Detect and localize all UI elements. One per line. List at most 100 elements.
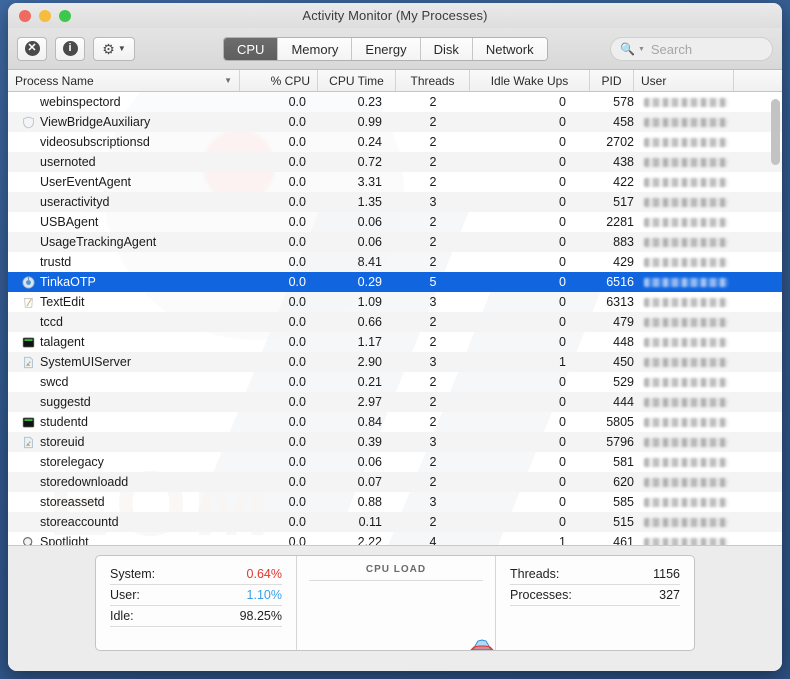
column-headers: Process Name ▼ % CPU CPU Time Threads Id… <box>8 70 782 92</box>
user-cell <box>634 95 782 109</box>
cpu-load-graph <box>297 594 497 650</box>
cpu-load-graph-pane: CPU LOAD <box>296 556 496 650</box>
cpu-time-cell: 0.39 <box>318 435 396 449</box>
column-header-threads[interactable]: Threads <box>396 70 470 91</box>
process-row[interactable]: studentd0.00.84205805 <box>8 412 782 432</box>
scrollbar-thumb[interactable] <box>771 99 780 165</box>
stat-value-user: 1.10% <box>247 588 282 602</box>
column-header-cpu[interactable]: % CPU <box>240 70 318 91</box>
user-cell <box>634 255 782 269</box>
process-row[interactable]: SystemUIServer0.02.9031450 <box>8 352 782 372</box>
cpu-percent-cell: 0.0 <box>240 355 318 369</box>
process-row[interactable]: Spotlight0.02.2241461 <box>8 532 782 545</box>
tab-memory[interactable]: Memory <box>278 38 352 60</box>
cpu-percent-cell: 0.0 <box>240 495 318 509</box>
user-cell <box>634 235 782 249</box>
idle-wake-ups-cell: 0 <box>470 195 590 209</box>
cpu-time-cell: 0.06 <box>318 235 396 249</box>
tab-disk[interactable]: Disk <box>421 38 473 60</box>
process-row[interactable]: talagent0.01.1720448 <box>8 332 782 352</box>
user-redacted <box>644 398 728 407</box>
window-titlebar: Activity Monitor (My Processes) <box>8 3 782 28</box>
tab-energy[interactable]: Energy <box>352 38 420 60</box>
threads-cell: 3 <box>396 295 470 309</box>
process-name-cell: USBAgent <box>40 215 240 229</box>
idle-wake-ups-cell: 0 <box>470 515 590 529</box>
threads-cell: 2 <box>396 415 470 429</box>
process-row[interactable]: videosubscriptionsd0.00.24202702 <box>8 132 782 152</box>
process-row[interactable]: storeuid0.00.39305796 <box>8 432 782 452</box>
spotlight-icon <box>22 536 35 546</box>
cpu-percent-cell: 0.0 <box>240 155 318 169</box>
textedit-app-icon <box>22 296 35 309</box>
tab-cpu[interactable]: CPU <box>224 38 278 60</box>
user-cell <box>634 335 782 349</box>
cpu-time-cell: 0.06 <box>318 455 396 469</box>
stop-process-button[interactable]: ✕ <box>17 37 47 61</box>
process-list[interactable]: EOM webinspectord0.00.2320578 ViewBridge… <box>8 92 782 545</box>
threads-cell: 2 <box>396 335 470 349</box>
column-header-idle-wake-ups[interactable]: Idle Wake Ups <box>470 70 590 91</box>
process-name-cell: storeuid <box>40 435 240 449</box>
activity-monitor-window: Activity Monitor (My Processes) ✕ i ⚙ ▼ … <box>8 3 782 671</box>
process-row[interactable]: storedownloadd0.00.0720620 <box>8 472 782 492</box>
process-icon <box>8 536 40 546</box>
user-redacted <box>644 538 728 545</box>
column-header-pid[interactable]: PID <box>590 70 634 91</box>
pid-cell: 461 <box>590 535 634 545</box>
cpu-time-cell: 1.17 <box>318 335 396 349</box>
pid-cell: 6313 <box>590 295 634 309</box>
process-row[interactable]: suggestd0.02.9720444 <box>8 392 782 412</box>
column-header-spacer <box>734 70 782 91</box>
cpu-percent-cell: 0.0 <box>240 515 318 529</box>
column-header-process-name[interactable]: Process Name ▼ <box>8 70 240 91</box>
view-options-button[interactable]: ⚙ ▼ <box>93 37 135 61</box>
stat-label-system: System: <box>110 567 155 581</box>
cpu-percent-cell: 0.0 <box>240 135 318 149</box>
process-row[interactable]: useractivityd0.01.3530517 <box>8 192 782 212</box>
process-name-cell: SystemUIServer <box>40 355 240 369</box>
user-redacted <box>644 198 728 207</box>
stop-process-icon: ✕ <box>25 41 40 56</box>
process-row[interactable]: swcd0.00.2120529 <box>8 372 782 392</box>
process-row[interactable]: webinspectord0.00.2320578 <box>8 92 782 112</box>
idle-wake-ups-cell: 1 <box>470 355 590 369</box>
search-field[interactable]: 🔍 ▼ <box>610 37 773 61</box>
process-row[interactable]: USBAgent0.00.06202281 <box>8 212 782 232</box>
process-row[interactable]: storeaccountd0.00.1120515 <box>8 512 782 532</box>
process-icon <box>8 356 40 369</box>
stat-row-threads: Threads: 1156 <box>510 564 680 585</box>
cpu-time-cell: 0.72 <box>318 155 396 169</box>
process-row[interactable]: usernoted0.00.7220438 <box>8 152 782 172</box>
pid-cell: 883 <box>590 235 634 249</box>
cpu-time-cell: 8.41 <box>318 255 396 269</box>
user-cell <box>634 135 782 149</box>
user-cell <box>634 455 782 469</box>
process-row[interactable]: tccd0.00.6620479 <box>8 312 782 332</box>
threads-cell: 2 <box>396 255 470 269</box>
process-name-cell: storelegacy <box>40 455 240 469</box>
process-row[interactable]: storelegacy0.00.0620581 <box>8 452 782 472</box>
stat-label-idle: Idle: <box>110 609 134 623</box>
user-cell <box>634 275 782 289</box>
process-row[interactable]: UsageTrackingAgent0.00.0620883 <box>8 232 782 252</box>
process-row[interactable]: trustd0.08.4120429 <box>8 252 782 272</box>
process-row[interactable]: TinkaOTP0.00.29506516 <box>8 272 782 292</box>
threads-cell: 2 <box>396 155 470 169</box>
process-row[interactable]: ViewBridgeAuxiliary0.00.9920458 <box>8 112 782 132</box>
process-row[interactable]: UserEventAgent0.03.3120422 <box>8 172 782 192</box>
column-header-cpu-time[interactable]: CPU Time <box>318 70 396 91</box>
tab-network[interactable]: Network <box>473 38 547 60</box>
search-input[interactable] <box>651 42 771 57</box>
process-row[interactable]: TextEdit0.01.09306313 <box>8 292 782 312</box>
cpu-time-cell: 0.29 <box>318 275 396 289</box>
column-header-user[interactable]: User <box>634 70 734 91</box>
cpu-percent-cell: 0.0 <box>240 535 318 545</box>
cpu-time-cell: 1.09 <box>318 295 396 309</box>
inspect-process-button[interactable]: i <box>55 37 85 61</box>
cpu-percent-cell: 0.0 <box>240 315 318 329</box>
process-list-scrollbar[interactable] <box>771 96 780 541</box>
cpu-time-cell: 0.66 <box>318 315 396 329</box>
process-row[interactable]: storeassetd0.00.8830585 <box>8 492 782 512</box>
pid-cell: 444 <box>590 395 634 409</box>
